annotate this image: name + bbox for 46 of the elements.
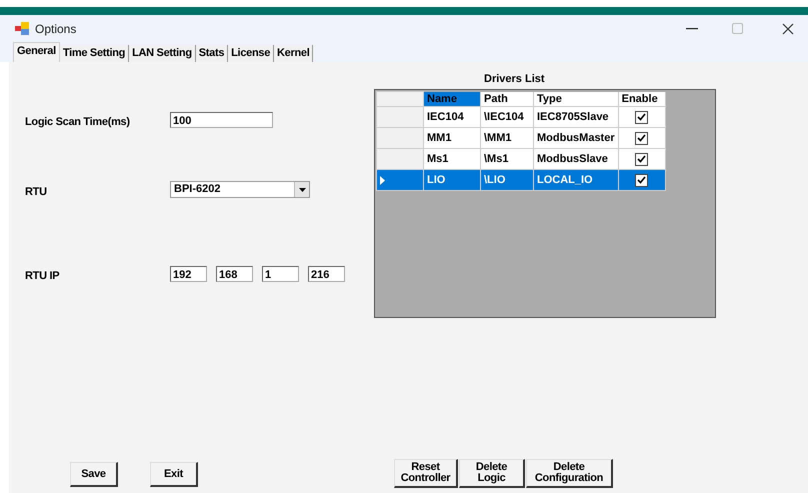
table-cell: LOCAL_IO <box>534 170 618 190</box>
field-label: RTU IP <box>25 270 60 282</box>
table-cell: Ms1 <box>424 148 480 170</box>
button[interactable]: Exit <box>150 462 198 487</box>
table-cell: LIO <box>424 170 480 190</box>
column-header[interactable]: Type <box>534 92 618 106</box>
table-cell: IEC104 <box>424 106 480 128</box>
input-field[interactable]: 216 <box>308 266 345 282</box>
minimize-icon[interactable] <box>686 28 698 30</box>
input-field[interactable]: 192 <box>170 266 207 282</box>
table-cell: \MM1 <box>480 128 534 148</box>
tab[interactable]: License <box>228 45 274 62</box>
tab[interactable]: General <box>13 42 60 62</box>
tab[interactable]: Time Setting <box>60 45 130 62</box>
tab[interactable]: LAN Setting <box>129 45 196 62</box>
table-cell: \IEC104 <box>480 106 534 128</box>
app-icon <box>15 22 29 35</box>
window-title: Options <box>35 22 76 36</box>
field-label: RTU <box>25 186 48 198</box>
input-field[interactable]: 1 <box>262 266 299 282</box>
button[interactable]: Reset Controller <box>394 459 458 488</box>
table-cell: \Ms1 <box>480 148 534 170</box>
table-cell: \LIO <box>480 170 534 190</box>
close-icon[interactable] <box>782 22 794 34</box>
column-header[interactable]: Name <box>424 92 480 106</box>
dropdown[interactable]: BPI-6202 <box>170 181 310 198</box>
tab[interactable]: Stats <box>196 45 228 62</box>
table-cell: MM1 <box>424 128 480 148</box>
input-field[interactable]: 168 <box>216 266 253 282</box>
checkbox[interactable] <box>635 132 648 144</box>
table-cell: IEC8705Slave <box>534 106 618 128</box>
column-header[interactable]: Path <box>480 92 534 106</box>
field-label: Logic Scan Time(ms) <box>25 116 131 128</box>
button[interactable]: Delete Configuration <box>526 459 613 488</box>
checkbox[interactable] <box>635 110 648 124</box>
checkbox[interactable] <box>635 152 648 166</box>
grid-title: Drivers List <box>484 73 546 87</box>
table-cell: ModbusSlave <box>534 148 618 170</box>
button[interactable]: Save <box>70 462 118 487</box>
tab[interactable]: Kernel <box>274 45 314 62</box>
caret-icon <box>298 188 306 192</box>
column-header[interactable]: Enable <box>618 92 666 106</box>
button[interactable]: Delete Logic <box>459 459 525 488</box>
input-field[interactable]: 100 <box>170 112 273 128</box>
checkbox[interactable] <box>635 174 648 186</box>
table-cell: ModbusMaster <box>534 128 618 148</box>
